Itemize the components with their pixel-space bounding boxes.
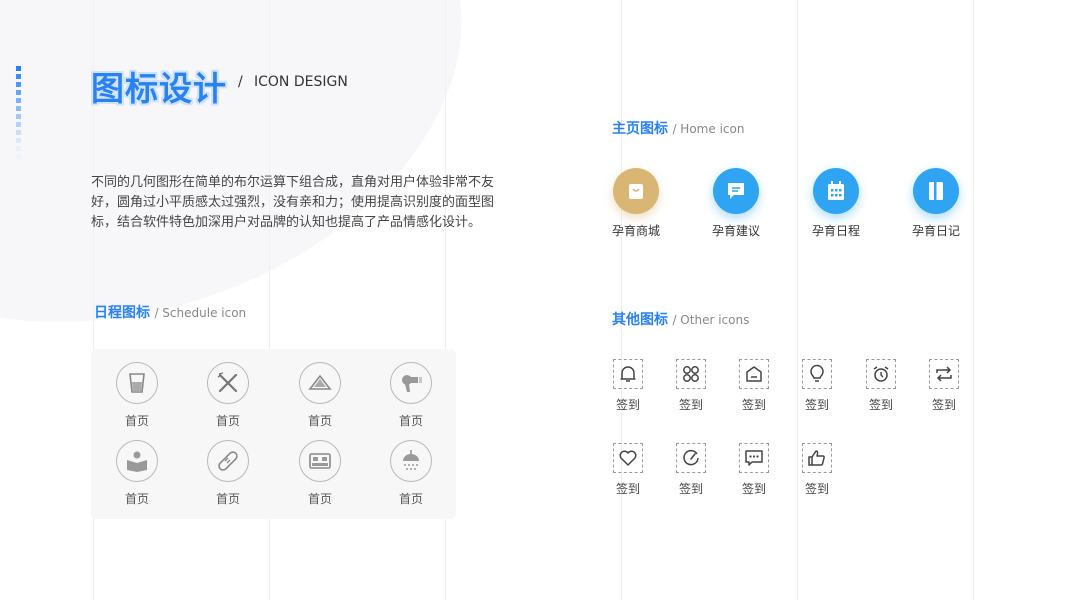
shower-icon [390, 440, 432, 482]
home-item-schedule[interactable]: 孕育日程 [801, 168, 871, 239]
alarm-icon [866, 359, 896, 389]
other-item-label: 签到 [741, 398, 766, 412]
home-heading-cn: 主页图标 [612, 121, 668, 137]
schedule-item-label: 首页 [124, 414, 149, 428]
page-title: 图标设计 [91, 69, 227, 108]
heart-icon [613, 443, 643, 473]
message-icon [739, 443, 769, 473]
schedule-item[interactable]: 首页 [198, 362, 258, 429]
other-item[interactable]: 签到 [792, 359, 842, 413]
schedule-item[interactable]: 首页 [381, 440, 441, 507]
home-item-label: 孕育商城 [611, 224, 660, 238]
other-item[interactable]: 签到 [729, 443, 779, 497]
schedule-item-label: 首页 [307, 492, 332, 506]
schedule-item[interactable]: 首页 [107, 440, 167, 507]
other-item-label: 签到 [678, 398, 703, 412]
other-heading-en: / Other icons [672, 313, 750, 327]
diary-icon [913, 168, 959, 214]
schedule-item-label: 首页 [124, 492, 149, 506]
other-item-label: 签到 [804, 482, 829, 496]
reading-icon [116, 440, 158, 482]
bed-icon [299, 440, 341, 482]
other-item-label: 签到 [804, 398, 829, 412]
hair-dryer-icon [390, 362, 432, 404]
other-item[interactable]: 签到 [666, 359, 716, 413]
gauge-icon [676, 443, 706, 473]
schedule-item-label: 首页 [398, 414, 423, 428]
other-item-label: 签到 [868, 398, 893, 412]
page-subtitle: ICON DESIGN [254, 74, 348, 90]
cup-icon [116, 362, 158, 404]
other-item[interactable]: 签到 [919, 359, 969, 413]
schedule-item[interactable]: 首页 [107, 362, 167, 429]
fork-knife-icon [207, 362, 249, 404]
other-item[interactable]: 签到 [856, 359, 906, 413]
decorative-dots [16, 66, 21, 162]
home-icon [739, 359, 769, 389]
chat-icon [713, 168, 759, 214]
bulb-icon [802, 359, 832, 389]
home-item-diary[interactable]: 孕育日记 [901, 168, 971, 239]
schedule-item-label: 首页 [398, 492, 423, 506]
schedule-heading-cn: 日程图标 [94, 305, 150, 321]
schedule-item[interactable]: 首页 [290, 440, 350, 507]
other-item[interactable]: 签到 [729, 359, 779, 413]
other-item[interactable]: 签到 [603, 359, 653, 413]
other-item-label: 签到 [678, 482, 703, 496]
pill-icon [207, 440, 249, 482]
other-item[interactable]: 签到 [603, 443, 653, 497]
schedule-item-label: 首页 [215, 492, 240, 506]
home-item-label: 孕育日记 [911, 224, 960, 238]
home-item-advice[interactable]: 孕育建议 [701, 168, 771, 239]
watermelon-icon [299, 362, 341, 404]
schedule-item-label: 首页 [307, 414, 332, 428]
home-item-mall[interactable]: 孕育商城 [601, 168, 671, 239]
description-text: 不同的几何图形在简单的布尔运算下组合成，直角对用户体验非常不友好，圆角过小平质感… [91, 175, 495, 230]
guide-line [973, 0, 974, 600]
schedule-item-label: 首页 [215, 414, 240, 428]
schedule-item[interactable]: 首页 [381, 362, 441, 429]
home-heading: 主页图标 / Home icon [612, 118, 744, 138]
repeat-icon [929, 359, 959, 389]
other-heading: 其他图标 / Other icons [612, 309, 749, 329]
schedule-item[interactable]: 首页 [198, 440, 258, 507]
other-item[interactable]: 签到 [792, 443, 842, 497]
bell-icon [613, 359, 643, 389]
schedule-heading: 日程图标 / Schedule icon [94, 302, 246, 322]
calendar-icon [813, 168, 859, 214]
other-item-label: 签到 [615, 398, 640, 412]
other-item-label: 签到 [931, 398, 956, 412]
thumbs-up-icon [802, 443, 832, 473]
other-heading-cn: 其他图标 [612, 312, 668, 328]
schedule-item[interactable]: 首页 [290, 362, 350, 429]
home-item-label: 孕育建议 [711, 224, 760, 238]
grid-icon [676, 359, 706, 389]
shopping-bag-icon [613, 168, 659, 214]
other-item-label: 签到 [741, 482, 766, 496]
title-separator: / [238, 74, 243, 90]
guide-line [621, 0, 622, 600]
other-item[interactable]: 签到 [666, 443, 716, 497]
home-item-label: 孕育日程 [811, 224, 860, 238]
other-item-label: 签到 [615, 482, 640, 496]
guide-line [797, 0, 798, 600]
schedule-heading-en: / Schedule icon [154, 306, 247, 320]
home-heading-en: / Home icon [672, 122, 745, 136]
